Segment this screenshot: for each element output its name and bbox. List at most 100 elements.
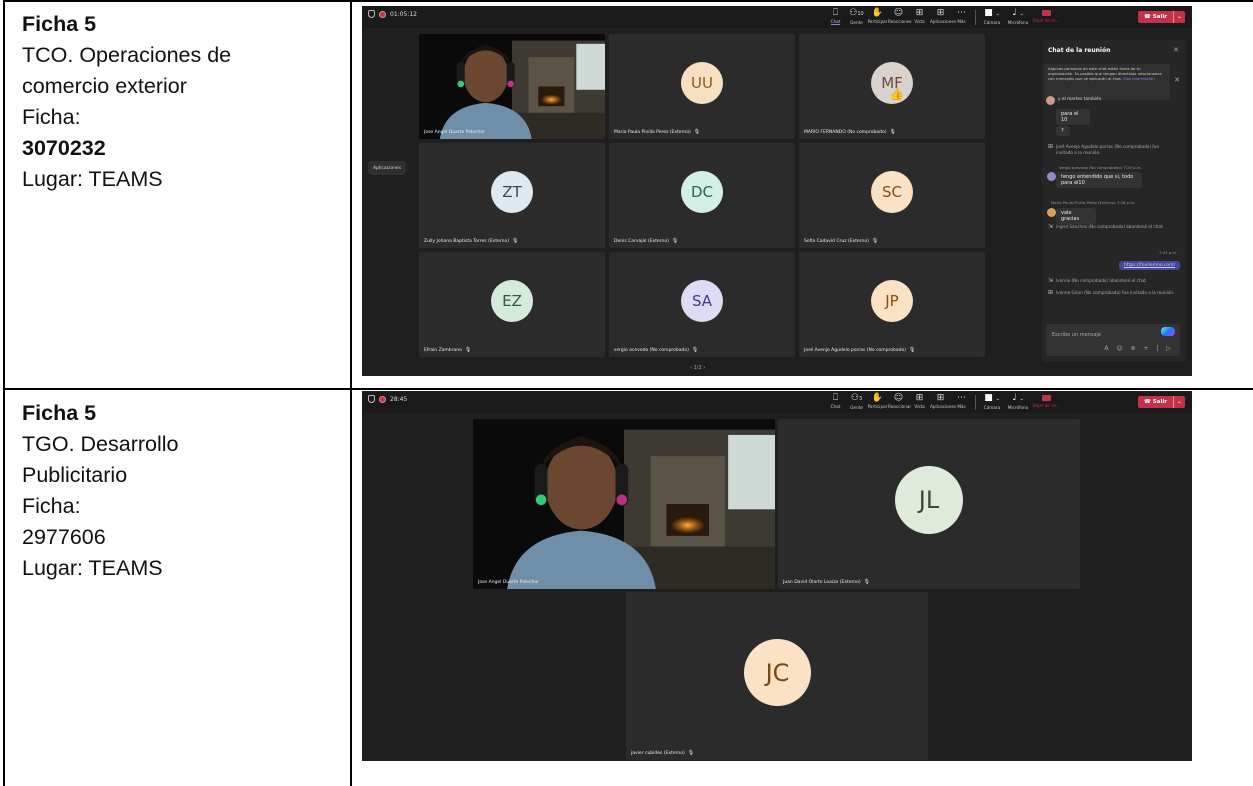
- system-message: ⊞ José Avenjo Agudelo porras (No comprob…: [1048, 144, 1176, 155]
- table-border: [350, 0, 352, 786]
- camera-button[interactable]: ■ ⌄ Cámara: [979, 8, 1005, 25]
- participant-name: Jose Angel Duarte Palechor: [424, 130, 485, 135]
- table-border: [3, 388, 1253, 390]
- stop-sharing-button[interactable]: Dejar de co...: [1031, 393, 1061, 408]
- share-screen-icon: [1041, 10, 1051, 16]
- chat-link[interactable]: https://fouliemno.com/: [1119, 261, 1181, 270]
- row1-ficha-number: 3070232: [22, 136, 106, 160]
- chat-button[interactable]: ⎕ Chat: [825, 8, 846, 25]
- participant-name: Maria Paula Pinilla Perez (Externo) 🎙: [614, 129, 700, 135]
- avatar: SC: [871, 171, 913, 213]
- mic-label: Micrófono: [1007, 405, 1029, 410]
- message-compose[interactable]: Escribe un mensaje A ☺ ⊚ + | ▷: [1046, 324, 1180, 356]
- view-button[interactable]: ⊞ Vista: [909, 8, 930, 24]
- row2-title: Ficha 5: [22, 401, 97, 425]
- avatar-initials: DC: [690, 183, 714, 201]
- participant-tile[interactable]: JC javier cubides (Externo) 🎙: [626, 592, 928, 760]
- more-button[interactable]: ⋯ Más: [951, 8, 972, 24]
- chat-title: Chat de la reunión: [1048, 47, 1111, 54]
- participant-name: Jose Angel Duarte Palechor: [478, 580, 539, 585]
- chevron-down-icon[interactable]: ⌄: [996, 396, 1000, 402]
- person-leave-icon: ⇲: [1048, 277, 1054, 284]
- row1-place: Lugar: TEAMS: [22, 167, 163, 191]
- leave-button[interactable]: ☎ Salir ⌄: [1138, 396, 1185, 408]
- mic-button[interactable]: ♩ ⌄ Micrófono: [1005, 393, 1031, 410]
- more-label: Más: [957, 19, 966, 24]
- participant-tile[interactable]: JP José Avenjo Agudelo porras (No comprob…: [799, 252, 985, 357]
- participant-name-text: javier cubides (Externo): [631, 751, 685, 756]
- camera-button[interactable]: ■ ⌄ Cámara: [979, 393, 1005, 410]
- apps-button[interactable]: Aplicaciones: [368, 161, 406, 175]
- message-input[interactable]: Escribe un mensaje: [1052, 332, 1101, 338]
- row2-program-line2: Publicitario: [22, 463, 128, 487]
- view-label: Vista: [914, 404, 925, 409]
- pager[interactable]: ‹ 1/2 ›: [690, 365, 705, 371]
- chevron-down-icon[interactable]: ⌄: [1172, 11, 1185, 23]
- copilot-icon[interactable]: [1161, 327, 1175, 336]
- participant-tile[interactable]: MF 👍 MARIO FERNANDO (No comprobado) 🎙: [799, 34, 985, 139]
- chat-message: vale gracias: [1056, 208, 1096, 224]
- mic-off-icon: 🎙: [687, 750, 695, 756]
- participant-tile[interactable]: SA sergio acevedo (No comprobado) 🎙: [609, 252, 795, 357]
- react-button[interactable]: ☺ Reaccionar: [888, 393, 911, 409]
- mic-off-icon: 🎙: [464, 347, 472, 353]
- message-meta: Maria Paula Pinilla Perez (Externo) 7:28…: [1051, 200, 1136, 205]
- chat-message: para el 10: [1056, 109, 1090, 125]
- avatar: [1047, 172, 1056, 181]
- participant-tile[interactable]: UU Maria Paula Pinilla Perez (Externo) 🎙: [609, 34, 795, 139]
- apps-button[interactable]: ⊞ Aplicaciones: [930, 8, 956, 24]
- leave-button[interactable]: ☎ Salir ⌄: [1138, 11, 1185, 23]
- participant-tile[interactable]: ZT Zully Johana Baptista Torres (Externo)…: [419, 143, 605, 248]
- close-icon[interactable]: ✕: [1174, 77, 1180, 84]
- participant-name: sergio acevedo (No comprobado) 🎙: [614, 347, 698, 353]
- video-tile[interactable]: Jose Angel Duarte Palechor: [473, 419, 775, 589]
- chevron-down-icon[interactable]: ⌄: [1019, 396, 1023, 402]
- chevron-down-icon[interactable]: ⌄: [996, 11, 1000, 17]
- toolbar-divider: [975, 395, 976, 410]
- participant-name-text: Sofia Cadavid Cruz (Externo): [804, 239, 869, 244]
- row2-program-line1: TGO. Desarrollo: [22, 432, 179, 456]
- raise-hand-button[interactable]: ✋ Participar: [867, 8, 888, 24]
- react-button[interactable]: ☺ Reacciones: [888, 8, 912, 24]
- plus-box-icon: ⊞: [936, 393, 945, 403]
- chevron-down-icon[interactable]: ⌄: [1019, 11, 1023, 17]
- participant-name-text: Maria Paula Pinilla Perez (Externo): [614, 130, 691, 135]
- participant-tile[interactable]: SC Sofia Cadavid Cruz (Externo) 🎙: [799, 143, 985, 248]
- meeting-toolbar: 01:05:12 ⎕ Chat ⚇10 Gente ✋ Participar ☺ Reacci…: [362, 6, 1192, 28]
- participant-name-text: Denis Carvajal (Externo): [614, 239, 669, 244]
- apps-button[interactable]: ⊞ Aplicaciones: [930, 393, 956, 409]
- phone-icon: ☎: [1144, 399, 1151, 405]
- people-button[interactable]: ⚇10 Gente: [846, 8, 867, 25]
- raise-hand-button[interactable]: ✋ Participar: [867, 393, 888, 409]
- people-icon: ⚇3: [850, 393, 863, 403]
- people-button[interactable]: ⚇3 Gente: [846, 393, 867, 410]
- chevron-right-icon[interactable]: ›: [703, 365, 705, 371]
- participant-tile[interactable]: EZ Efrain Zambrano 🎙: [419, 252, 605, 357]
- chat-button[interactable]: ⎕ Chat: [825, 393, 846, 409]
- chat-message: y el martes también: [1058, 97, 1102, 102]
- participant-tile[interactable]: DC Denis Carvajal (Externo) 🎙: [609, 143, 795, 248]
- row2-place: Lugar: TEAMS: [22, 556, 163, 580]
- camera-video: [419, 34, 605, 139]
- view-label: Vista: [914, 19, 925, 24]
- compose-actions[interactable]: A ☺ ⊚ + | ▷: [1104, 345, 1174, 352]
- more-button[interactable]: ⋯ Más: [951, 393, 972, 409]
- row2-ficha-label: Ficha:: [22, 494, 81, 518]
- participant-name-text: MARIO FERNANDO (No comprobado): [804, 130, 887, 135]
- camera-label: Cámara: [983, 20, 1001, 25]
- chat-message: tengo entendido que si, todo para el10: [1056, 172, 1142, 188]
- system-message: ⇲ Ivonne (No comprobado) abandonó el cha…: [1048, 278, 1176, 284]
- mic-button[interactable]: ♩ ⌄ Micrófono: [1005, 8, 1031, 25]
- chevron-down-icon[interactable]: ⌄: [1172, 396, 1185, 408]
- participant-tile[interactable]: JL Juan David Olarte Loaiza (Externo) 🎙: [778, 419, 1080, 589]
- close-icon[interactable]: ✕: [1173, 46, 1179, 54]
- stop-sharing-button[interactable]: Dejar de co...: [1031, 8, 1061, 23]
- more-info-link[interactable]: Más información: [1123, 76, 1154, 81]
- view-button[interactable]: ⊞ Vista: [909, 393, 930, 409]
- meeting-timer: 01:05:12: [390, 10, 417, 18]
- chevron-left-icon[interactable]: ‹: [690, 365, 692, 371]
- video-tile[interactable]: Jose Angel Duarte Palechor: [419, 34, 605, 139]
- meeting-timer: 28:45: [390, 395, 408, 403]
- participant-name-text: José Avenjo Agudelo porras (No comprobad…: [804, 348, 907, 353]
- avatar-initials: SA: [691, 292, 713, 310]
